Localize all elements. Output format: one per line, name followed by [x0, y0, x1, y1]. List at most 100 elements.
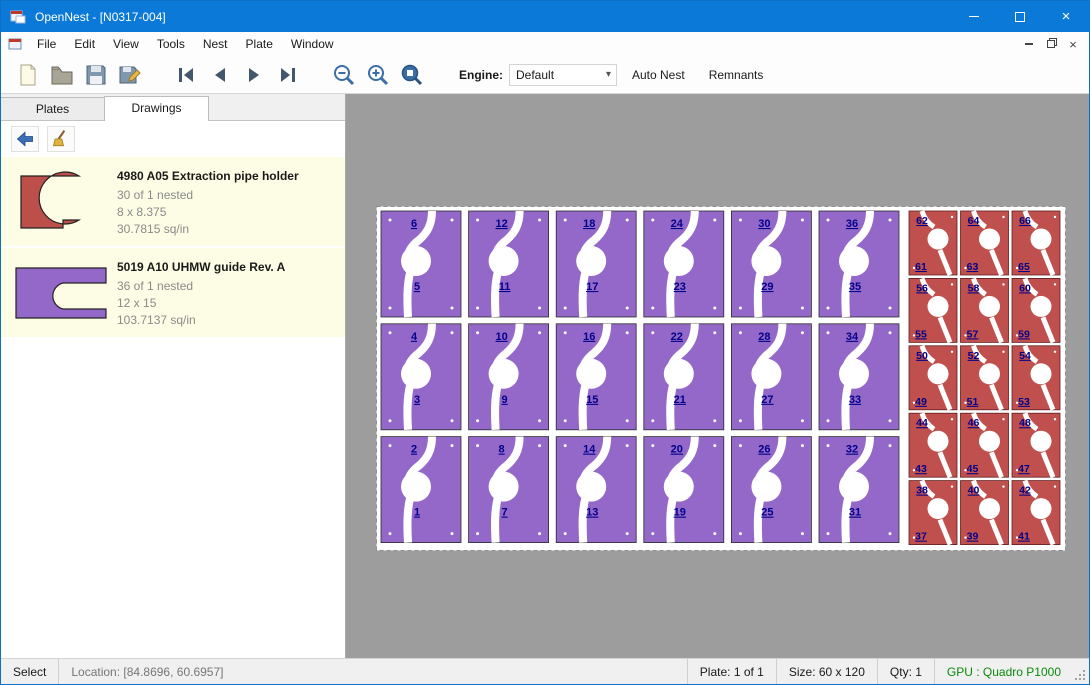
- part-number: 57: [967, 328, 979, 340]
- nested-part-pair-purple[interactable]: 3433: [819, 324, 899, 430]
- part-number: 43: [915, 463, 927, 475]
- nested-part-pair-purple[interactable]: 3635: [819, 211, 899, 317]
- minimize-button[interactable]: [951, 1, 997, 32]
- menu-file[interactable]: File: [28, 33, 65, 55]
- part-number: 28: [758, 331, 770, 343]
- nested-part-pair-red[interactable]: 5655: [909, 278, 957, 342]
- open-file-button[interactable]: [45, 60, 79, 90]
- plate-view[interactable]: 6512111817242330293635431091615222128273…: [376, 206, 1066, 551]
- nested-part-pair-purple[interactable]: 2019: [644, 437, 724, 543]
- nested-part-pair-purple[interactable]: 28 27: [731, 324, 811, 430]
- app-window: OpenNest - [N0317-004] × FileEditViewToo…: [0, 0, 1090, 685]
- nested-part-pair-red[interactable]: 5049: [909, 346, 957, 410]
- nested-part-pair-purple[interactable]: 109: [469, 324, 549, 430]
- part-number: 22: [671, 331, 683, 343]
- engine-label: Engine:: [459, 68, 503, 82]
- auto-nest-button[interactable]: Auto Nest: [623, 62, 694, 88]
- maximize-button[interactable]: [997, 1, 1043, 32]
- nested-part-pair-purple[interactable]: 22 21: [644, 324, 724, 430]
- status-qty: Qty: 1: [877, 659, 934, 684]
- nested-part-pair-red[interactable]: 6261: [909, 211, 957, 275]
- nested-part-pair-red[interactable]: 6665: [1012, 211, 1060, 275]
- nest-canvas[interactable]: 6512111817242330293635431091615222128273…: [346, 94, 1089, 658]
- mdi-close-button[interactable]: ×: [1063, 35, 1083, 53]
- part-number: 12: [495, 218, 507, 230]
- next-plate-icon: [242, 63, 266, 87]
- first-plate-button[interactable]: [169, 60, 203, 90]
- nested-part-pair-red[interactable]: 44 43: [909, 413, 957, 477]
- clean-broom-icon: [51, 129, 71, 149]
- tab-plates[interactable]: Plates: [0, 97, 105, 120]
- first-plate-icon: [174, 63, 198, 87]
- status-gpu: GPU : Quadro P1000: [934, 659, 1073, 684]
- part-number: 30: [758, 218, 770, 230]
- nested-part-pair-red[interactable]: 3837: [909, 481, 957, 545]
- menu-nest[interactable]: Nest: [194, 33, 237, 55]
- nested-part-pair-purple[interactable]: 1413: [556, 437, 636, 543]
- menu-tools[interactable]: Tools: [148, 33, 194, 55]
- menu-view[interactable]: View: [104, 33, 148, 55]
- save-button[interactable]: [79, 60, 113, 90]
- nested-part-pair-purple[interactable]: 1211: [469, 211, 549, 317]
- nested-part-pair-red[interactable]: 4847: [1012, 413, 1060, 477]
- nested-part-pair-red[interactable]: 5251: [961, 346, 1009, 410]
- engine-dropdown[interactable]: Default ▾: [509, 64, 617, 86]
- previous-plate-button[interactable]: [203, 60, 237, 90]
- tab-drawings[interactable]: Drawings: [104, 96, 209, 121]
- close-button[interactable]: ×: [1043, 1, 1089, 32]
- mdi-restore-button[interactable]: [1041, 35, 1061, 53]
- part-number: 44: [916, 417, 928, 429]
- drawing-list-item[interactable]: 4980 A05 Extraction pipe holder 30 of 1 …: [1, 157, 345, 248]
- part-number: 27: [761, 394, 773, 406]
- drawing-list-item[interactable]: 5019 A10 UHMW guide Rev. A 36 of 1 neste…: [1, 248, 345, 339]
- remnants-button[interactable]: Remnants: [700, 62, 773, 88]
- nested-part-pair-red[interactable]: 5857: [961, 278, 1009, 342]
- zoom-in-button[interactable]: [361, 60, 395, 90]
- nested-part-pair-purple[interactable]: 1817: [556, 211, 636, 317]
- nested-part-pair-red[interactable]: 6463: [961, 211, 1009, 275]
- nested-part-pair-red[interactable]: 5453: [1012, 346, 1060, 410]
- menu-window[interactable]: Window: [282, 33, 343, 55]
- dropdown-arrow-icon[interactable]: ▾: [601, 69, 616, 80]
- menu-plate[interactable]: Plate: [237, 33, 282, 55]
- mdi-window-controls: ×: [1019, 35, 1089, 53]
- zoom-out-button[interactable]: [327, 60, 361, 90]
- drawings-toolbar: [1, 121, 345, 157]
- nested-part-pair-purple[interactable]: 2625: [731, 437, 811, 543]
- nested-part-pair-purple[interactable]: 1615: [556, 324, 636, 430]
- part-number: 21: [674, 394, 686, 406]
- nested-part-pair-red[interactable]: 4039: [961, 481, 1009, 545]
- main-toolbar: Engine: Default ▾ Auto Nest Remnants: [1, 56, 1089, 94]
- menu-edit[interactable]: Edit: [65, 33, 104, 55]
- document-icon[interactable]: [8, 37, 22, 51]
- part-number: 64: [968, 215, 980, 227]
- new-file-button[interactable]: [11, 60, 45, 90]
- part-number: 55: [915, 328, 927, 340]
- next-plate-button[interactable]: [237, 60, 271, 90]
- nested-part-pair-purple[interactable]: 87: [469, 437, 549, 543]
- resize-grip-icon[interactable]: [1073, 659, 1089, 684]
- mdi-minimize-button[interactable]: [1019, 35, 1039, 53]
- nested-part-pair-purple[interactable]: 3231: [819, 437, 899, 543]
- nested-part-pair-red[interactable]: 6059: [1012, 278, 1060, 342]
- nested-part-pair-purple[interactable]: 2423: [644, 211, 724, 317]
- nested-part-pair-red[interactable]: 4241: [1012, 481, 1060, 545]
- part-number: 60: [1019, 282, 1031, 294]
- panel-tabs: PlatesDrawings: [1, 94, 345, 121]
- minimize-icon: [969, 16, 979, 17]
- return-arrow-button[interactable]: [11, 126, 39, 152]
- save-as-button[interactable]: [113, 60, 147, 90]
- nested-part-pair-purple[interactable]: 43: [381, 324, 461, 430]
- nested-part-pair-purple[interactable]: 65: [381, 211, 461, 317]
- part-number: 38: [916, 485, 928, 497]
- part-thumbnail: [5, 165, 117, 238]
- zoom-to-fit-button[interactable]: [395, 60, 429, 90]
- part-number: 6: [411, 218, 417, 230]
- nested-part-pair-purple[interactable]: 21: [381, 437, 461, 543]
- part-number: 2: [411, 444, 417, 456]
- last-plate-button[interactable]: [271, 60, 305, 90]
- nested-part-pair-purple[interactable]: 3029: [731, 211, 811, 317]
- nested-part-pair-red[interactable]: 4645: [961, 413, 1009, 477]
- clean-broom-button[interactable]: [47, 126, 75, 152]
- part-number: 53: [1018, 396, 1030, 408]
